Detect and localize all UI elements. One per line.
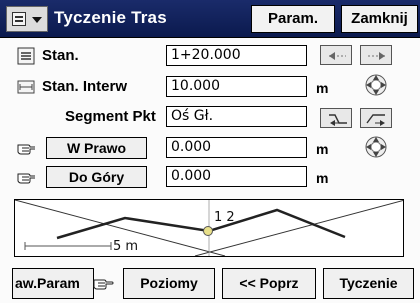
pointing-hand-icon-3 [93, 279, 114, 290]
road-stakeout-window: Tyczenie Tras Param. Zamknij Stan. 1+20.… [0, 0, 420, 303]
station-list-icon[interactable] [17, 47, 35, 65]
right-offset-unit: m [316, 141, 329, 157]
params-button[interactable]: aw.Param [12, 268, 94, 299]
up-offset-unit: m [316, 170, 329, 186]
pointing-hand-icon-2 [17, 173, 35, 184]
up-offset-button[interactable]: Do Góry [46, 166, 147, 188]
segment-prev-button[interactable] [320, 108, 352, 128]
stakeout-button[interactable]: Tyczenie [323, 268, 414, 299]
segment-next-button[interactable] [360, 108, 392, 128]
stake-point-marker [203, 226, 213, 236]
stakeout-button-label: Tyczenie [339, 275, 398, 291]
scale-label: 5 m [113, 239, 139, 254]
close-button[interactable]: Zamknij [341, 5, 418, 33]
previous-button[interactable]: << Poprz [222, 268, 316, 299]
compass-button-2[interactable] [362, 135, 390, 159]
interval-icon[interactable] [17, 78, 35, 96]
right-offset-input[interactable]: 0.000 [166, 137, 307, 158]
segment-right-icon [366, 114, 385, 126]
up-offset-input[interactable]: 0.000 [166, 166, 307, 187]
previous-button-label: << Poprz [239, 275, 299, 291]
interval-unit: m [316, 80, 329, 96]
segment-left-icon [329, 114, 347, 126]
levels-button[interactable]: Poziomy [123, 268, 215, 299]
compass-button[interactable] [362, 73, 390, 97]
chevron-down-icon [32, 17, 42, 23]
menu-icon [12, 12, 26, 26]
station-decrement-button[interactable] [320, 45, 352, 65]
cross-section-drawing [15, 200, 403, 256]
arrow-left-icon [329, 52, 346, 60]
station-input[interactable]: 1+20.000 [166, 45, 307, 66]
param-button[interactable]: Param. [251, 5, 335, 33]
station-increment-button[interactable] [360, 45, 392, 65]
interval-input[interactable]: 10.000 [166, 76, 307, 97]
right-offset-button[interactable]: W Prawo [46, 137, 147, 159]
segment-input[interactable]: Oś Gł. [166, 106, 307, 127]
road-cross-section-view[interactable]: 1 2 5 m [14, 199, 404, 257]
station-label: Stan. [42, 47, 79, 64]
segment-label: Segment Pkt [65, 108, 156, 125]
title-bar: Tyczenie Tras Param. Zamknij [0, 0, 420, 38]
interval-label: Stan. Interw [42, 78, 128, 95]
pointing-hand-icon [17, 144, 35, 155]
app-menu-button[interactable] [6, 6, 48, 32]
point-label: 1 2 [214, 210, 235, 225]
window-title: Tyczenie Tras [54, 8, 167, 27]
arrow-right-icon [368, 52, 385, 60]
